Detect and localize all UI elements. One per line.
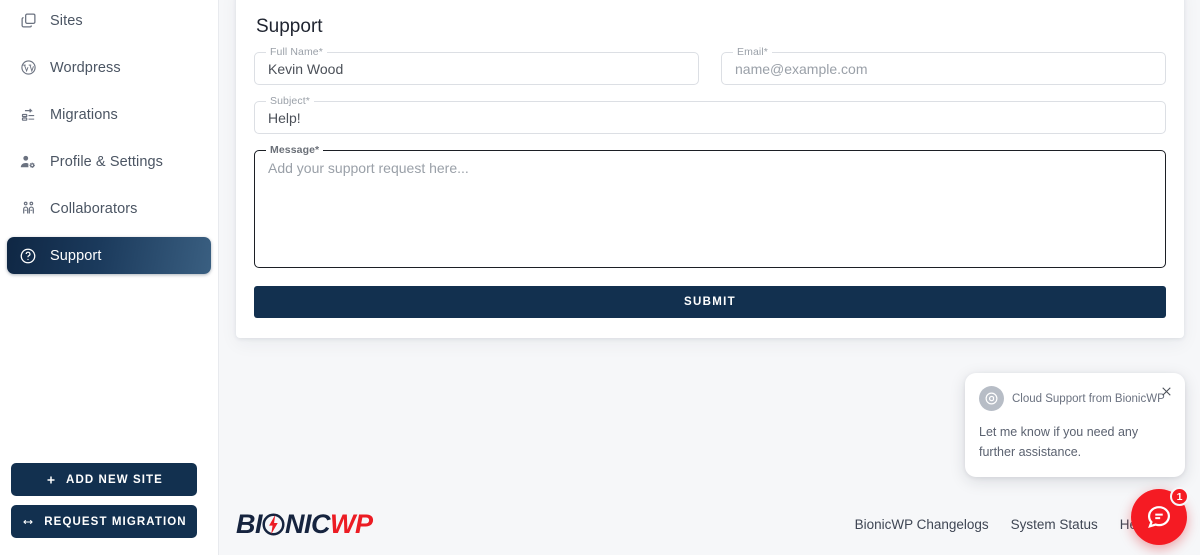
- subject-field[interactable]: Subject* Help!: [254, 95, 1166, 134]
- message-field[interactable]: Message* Add your support request here..…: [254, 144, 1166, 268]
- request-migration-button[interactable]: REQUEST MIGRATION: [11, 505, 197, 538]
- support-icon: [18, 246, 38, 266]
- logo-bolt-icon: [262, 511, 285, 538]
- email-field[interactable]: Email* name@example.com: [721, 46, 1166, 85]
- sidebar-item-label: Migrations: [50, 106, 118, 123]
- chat-sender-label: Cloud Support from BionicWP: [1012, 392, 1165, 405]
- full-name-label: Full Name*: [266, 46, 327, 58]
- sidebar-item-support[interactable]: Support: [7, 237, 211, 274]
- logo-part-1: BI: [236, 508, 263, 539]
- page-title: Support: [256, 16, 323, 37]
- message-placeholder: Add your support request here...: [268, 160, 469, 176]
- chat-avatar-icon: [979, 386, 1004, 412]
- arrows-horizontal-icon: [21, 516, 35, 528]
- main-content: Support Full Name* Kevin Wood Email* nam…: [219, 0, 1200, 555]
- subject-label: Subject*: [266, 95, 314, 107]
- logo-part-3: WP: [330, 508, 373, 539]
- sites-icon: [18, 11, 38, 31]
- close-icon[interactable]: [1158, 383, 1174, 399]
- footer-link-changelogs[interactable]: BionicWP Changelogs: [855, 517, 989, 532]
- app-root: Sites Wordpress Migrations Profile & Set…: [0, 0, 1200, 555]
- sidebar-item-sites[interactable]: Sites: [7, 2, 211, 39]
- sidebar-item-label: Wordpress: [50, 59, 121, 76]
- plus-icon: [45, 474, 57, 486]
- chat-header: Cloud Support from BionicWP: [979, 386, 1171, 412]
- add-new-site-label: ADD NEW SITE: [66, 473, 163, 486]
- message-label: Message*: [266, 144, 324, 156]
- sidebar-actions: ADD NEW SITE REQUEST MIGRATION: [0, 463, 219, 547]
- footer: BI NIC WP BionicWP Changelogs System Sta…: [219, 493, 1200, 555]
- chat-bubble-icon: [1147, 506, 1171, 529]
- migrations-icon: [18, 105, 38, 125]
- wordpress-icon: [18, 58, 38, 78]
- name-email-row: Full Name* Kevin Wood Email* name@exampl…: [254, 46, 1166, 101]
- add-new-site-button[interactable]: ADD NEW SITE: [11, 463, 197, 496]
- footer-link-system-status[interactable]: System Status: [1011, 517, 1098, 532]
- sidebar-nav: Sites Wordpress Migrations Profile & Set…: [0, 0, 218, 274]
- support-card: Support Full Name* Kevin Wood Email* nam…: [236, 0, 1184, 338]
- sidebar-item-collaborators[interactable]: Collaborators: [7, 190, 211, 227]
- subject-value: Help!: [268, 109, 301, 126]
- chat-message-text: Let me know if you need any further assi…: [979, 425, 1139, 459]
- sidebar-item-profile-settings[interactable]: Profile & Settings: [7, 143, 211, 180]
- sidebar-item-label: Support: [50, 247, 102, 264]
- sidebar-item-label: Sites: [50, 12, 83, 29]
- collaborators-icon: [18, 199, 38, 219]
- submit-button[interactable]: SUBMIT: [254, 286, 1166, 318]
- sidebar: Sites Wordpress Migrations Profile & Set…: [0, 0, 219, 555]
- logo-part-2: NIC: [285, 508, 331, 539]
- email-label: Email*: [733, 46, 772, 58]
- full-name-field[interactable]: Full Name* Kevin Wood: [254, 46, 699, 85]
- bionicwp-logo: BI NIC WP: [236, 509, 373, 540]
- chat-notification-card: Cloud Support from BionicWP Let me know …: [965, 373, 1185, 477]
- request-migration-label: REQUEST MIGRATION: [44, 515, 187, 528]
- chat-unread-badge: 1: [1170, 487, 1189, 506]
- profile-settings-icon: [18, 152, 38, 172]
- email-placeholder: name@example.com: [735, 60, 868, 77]
- sidebar-item-label: Profile & Settings: [50, 153, 164, 170]
- chat-launcher-button[interactable]: 1: [1131, 487, 1189, 545]
- full-name-value: Kevin Wood: [268, 60, 344, 77]
- sidebar-item-migrations[interactable]: Migrations: [7, 96, 211, 133]
- sidebar-item-label: Collaborators: [50, 200, 138, 217]
- sidebar-item-wordpress[interactable]: Wordpress: [7, 49, 211, 86]
